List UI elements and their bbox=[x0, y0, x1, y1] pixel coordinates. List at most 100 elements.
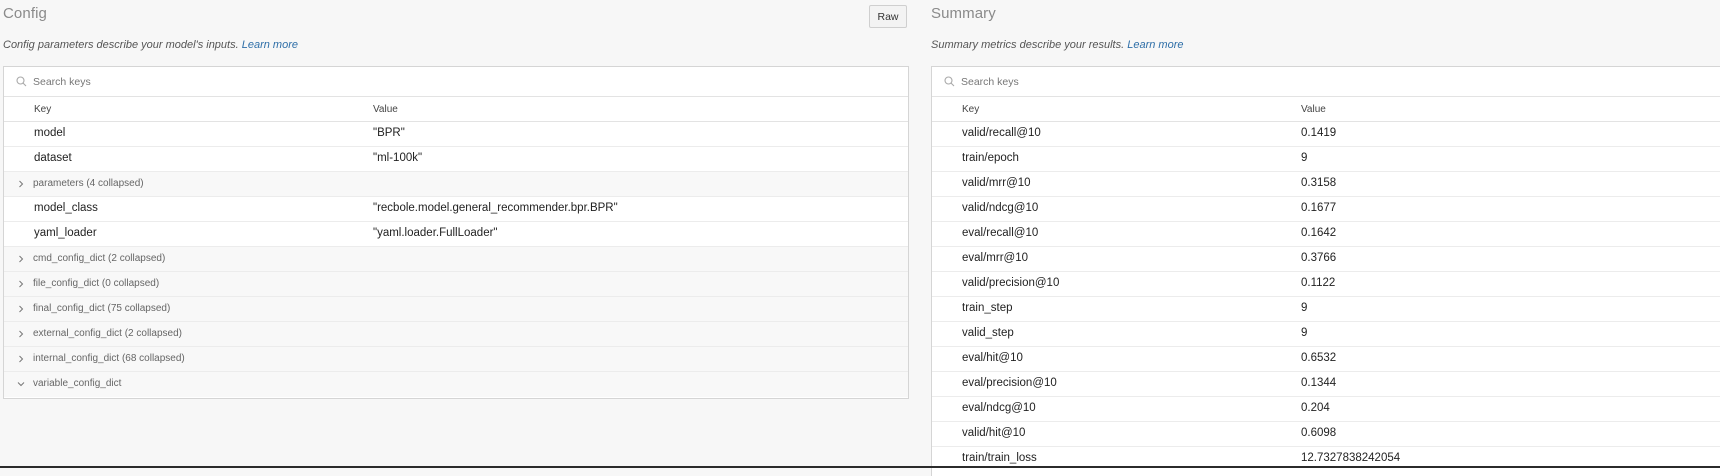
summary-key: valid/mrr@10 bbox=[962, 177, 1031, 189]
summary-key: eval/ndcg@10 bbox=[962, 402, 1036, 414]
config-group-label: final_config_dict (75 collapsed) bbox=[33, 303, 171, 314]
chevron-right-icon[interactable] bbox=[17, 305, 25, 313]
value-column-header: Value bbox=[1301, 104, 1326, 115]
chevron-right-icon[interactable] bbox=[17, 255, 25, 263]
summary-title: Summary bbox=[931, 5, 996, 22]
search-icon bbox=[941, 74, 957, 90]
summary-value: 0.204 bbox=[1301, 402, 1330, 414]
config-value: "recbole.model.general_recommender.bpr.B… bbox=[373, 202, 618, 214]
summary-row: valid/hit@10 0.6098 bbox=[932, 422, 1720, 447]
config-group-label: file_config_dict (0 collapsed) bbox=[33, 278, 160, 289]
config-group-label: external_config_dict (2 collapsed) bbox=[33, 328, 182, 339]
summary-value: 0.6532 bbox=[1301, 352, 1337, 364]
summary-value: 9 bbox=[1301, 302, 1308, 314]
summary-learn-more-link[interactable]: Learn more bbox=[1127, 39, 1183, 51]
config-search-input[interactable] bbox=[33, 75, 733, 88]
summary-key: eval/mrr@10 bbox=[962, 252, 1028, 264]
summary-row: valid/recall@10 0.1419 bbox=[932, 122, 1720, 147]
config-group-label: variable_config_dict bbox=[33, 378, 122, 389]
summary-description: Summary metrics describe your results. L… bbox=[931, 39, 1184, 51]
config-title: Config bbox=[3, 5, 47, 22]
config-rows: model "BPR" dataset "ml-100k" parameters (4 … bbox=[4, 122, 908, 397]
summary-key: train_step bbox=[962, 302, 1013, 314]
config-group-row[interactable]: internal_config_dict (68 collapsed) bbox=[4, 347, 908, 372]
summary-table: Key Value valid/recall@10 0.1419 train/epo… bbox=[931, 66, 1720, 476]
config-learn-more-link[interactable]: Learn more bbox=[242, 39, 298, 51]
summary-key: valid_step bbox=[962, 327, 1014, 339]
config-key: model bbox=[34, 127, 66, 139]
summary-key: valid/hit@10 bbox=[962, 427, 1026, 439]
summary-row: train_step 9 bbox=[932, 297, 1720, 322]
value-column-header: Value bbox=[373, 104, 398, 115]
config-row: dataset "ml-100k" bbox=[4, 147, 908, 172]
config-group-label: cmd_config_dict (2 collapsed) bbox=[33, 253, 166, 264]
chevron-right-icon[interactable] bbox=[17, 330, 25, 338]
config-value: "BPR" bbox=[373, 127, 405, 139]
summary-row: eval/recall@10 0.1642 bbox=[932, 222, 1720, 247]
summary-row: eval/mrr@10 0.3766 bbox=[932, 247, 1720, 272]
summary-value: 9 bbox=[1301, 327, 1308, 339]
chevron-down-icon[interactable] bbox=[17, 380, 25, 388]
summary-row: valid/mrr@10 0.3158 bbox=[932, 172, 1720, 197]
config-row: model "BPR" bbox=[4, 122, 908, 147]
summary-row: eval/precision@10 0.1344 bbox=[932, 372, 1720, 397]
config-key: dataset bbox=[34, 152, 72, 164]
summary-value: 0.1344 bbox=[1301, 377, 1337, 389]
summary-row: valid/precision@10 0.1122 bbox=[932, 272, 1720, 297]
key-column-header: Key bbox=[34, 104, 52, 115]
search-icon bbox=[13, 74, 29, 90]
summary-key: train/train_loss bbox=[962, 452, 1037, 464]
summary-value: 0.1122 bbox=[1301, 277, 1336, 289]
config-group-row[interactable]: final_config_dict (75 collapsed) bbox=[4, 297, 908, 322]
config-group-label: parameters (4 collapsed) bbox=[33, 178, 144, 189]
config-description-text: Config parameters describe your model's … bbox=[3, 39, 239, 51]
summary-row: valid/ndcg@10 0.1677 bbox=[932, 197, 1720, 222]
config-table: Key Value model "BPR" dataset "ml-100k" para… bbox=[3, 66, 909, 399]
config-key: yaml_loader bbox=[34, 227, 97, 239]
summary-row: train/epoch 9 bbox=[932, 147, 1720, 172]
chevron-right-icon[interactable] bbox=[17, 355, 25, 363]
raw-button[interactable]: Raw bbox=[869, 5, 907, 28]
summary-row: valid_step 9 bbox=[932, 322, 1720, 347]
summary-value: 0.6098 bbox=[1301, 427, 1337, 439]
summary-value: 0.3766 bbox=[1301, 252, 1337, 264]
config-search-bar bbox=[4, 67, 908, 97]
summary-key: train/epoch bbox=[962, 152, 1019, 164]
summary-value: 12.7327838242054 bbox=[1301, 452, 1401, 464]
summary-key: valid/precision@10 bbox=[962, 277, 1060, 289]
summary-description-text: Summary metrics describe your results. bbox=[931, 39, 1125, 51]
summary-key: valid/ndcg@10 bbox=[962, 202, 1039, 214]
chevron-right-icon[interactable] bbox=[17, 280, 25, 288]
key-column-header: Key bbox=[962, 104, 980, 115]
summary-value: 0.1642 bbox=[1301, 227, 1337, 239]
summary-row: eval/hit@10 0.6532 bbox=[932, 347, 1720, 372]
summary-value: 0.1677 bbox=[1301, 202, 1337, 214]
config-key: model_class bbox=[34, 202, 98, 214]
summary-value: 0.3158 bbox=[1301, 177, 1337, 189]
summary-row: eval/ndcg@10 0.204 bbox=[932, 397, 1720, 422]
config-group-row[interactable]: cmd_config_dict (2 collapsed) bbox=[4, 247, 908, 272]
config-row: yaml_loader "yaml.loader.FullLoader" bbox=[4, 222, 908, 247]
chevron-right-icon[interactable] bbox=[17, 180, 25, 188]
config-group-row[interactable]: external_config_dict (2 collapsed) bbox=[4, 322, 908, 347]
summary-search-bar bbox=[932, 67, 1720, 97]
summary-value: 0.1419 bbox=[1301, 127, 1337, 139]
config-description: Config parameters describe your model's … bbox=[3, 39, 298, 51]
config-group-row[interactable]: parameters (4 collapsed) bbox=[4, 172, 908, 197]
config-value: "ml-100k" bbox=[373, 152, 423, 164]
summary-row: train/train_loss 12.7327838242054 bbox=[932, 447, 1720, 472]
config-group-row[interactable]: variable_config_dict bbox=[4, 372, 908, 397]
summary-search-input[interactable] bbox=[961, 75, 1661, 88]
summary-table-header: Key Value bbox=[932, 97, 1720, 122]
summary-key: eval/precision@10 bbox=[962, 377, 1057, 389]
summary-key: eval/recall@10 bbox=[962, 227, 1039, 239]
summary-value: 9 bbox=[1301, 152, 1308, 164]
summary-rows: valid/recall@10 0.1419 train/epoch 9 valid/m… bbox=[932, 122, 1720, 472]
config-group-label: internal_config_dict (68 collapsed) bbox=[33, 353, 185, 364]
config-value: "yaml.loader.FullLoader" bbox=[373, 227, 498, 239]
summary-key: valid/recall@10 bbox=[962, 127, 1041, 139]
config-group-row[interactable]: file_config_dict (0 collapsed) bbox=[4, 272, 908, 297]
config-row: model_class "recbole.model.general_recomm… bbox=[4, 197, 908, 222]
config-table-header: Key Value bbox=[4, 97, 908, 122]
summary-key: eval/hit@10 bbox=[962, 352, 1023, 364]
